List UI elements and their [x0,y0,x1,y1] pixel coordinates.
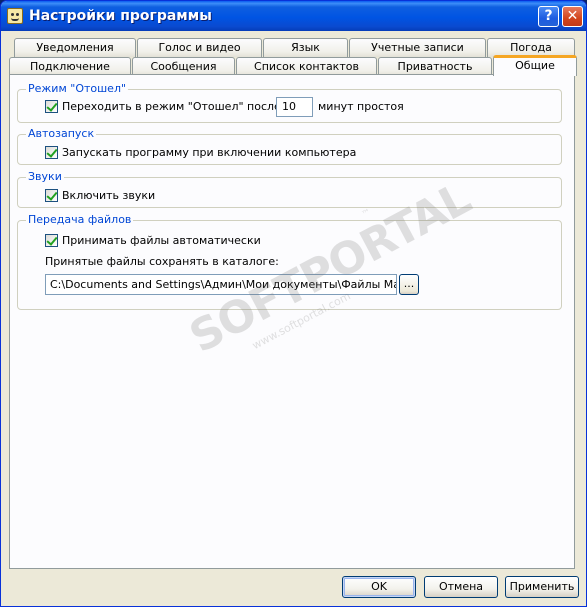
tab-accounts[interactable]: Учетные записи [349,38,486,57]
apply-button[interactable]: Применить [505,576,579,598]
away-mode-label: Переходить в режим "Отошел" после [62,100,281,113]
autostart-group-title: Автозапуск [26,127,97,141]
tab-voice-video[interactable]: Голос и видео [137,38,262,57]
away-minutes-input[interactable]: 10 [276,97,313,117]
away-mode-checkbox-row[interactable]: Переходить в режим "Отошел" после [45,100,281,114]
window-title: Настройки программы [29,8,212,24]
tab-notifications[interactable]: Уведомления [14,38,136,57]
away-mode-checkbox[interactable] [45,100,58,113]
settings-window: Настройки программы ? ✕ Уведомления Голо… [0,0,587,607]
autostart-label: Запускать программу при включении компью… [62,146,357,159]
sounds-checkbox-row[interactable]: Включить звуки [45,189,155,203]
autostart-checkbox[interactable] [45,146,58,159]
save-folder-input[interactable]: C:\Documents and Settings\Админ\Мои доку… [45,274,397,295]
away-minutes-suffix: минут простоя [318,100,404,113]
help-button[interactable]: ? [538,6,559,27]
title-bar[interactable]: Настройки программы ? ✕ [1,1,586,31]
sounds-group-title: Звуки [26,170,64,184]
sounds-checkbox[interactable] [45,189,58,202]
away-mode-group-title: Режим "Отошел" [26,82,129,96]
tab-general[interactable]: Общие [493,55,577,76]
app-icon [7,8,23,24]
auto-accept-label: Принимать файлы автоматически [62,234,261,247]
cancel-button[interactable]: Отмена [424,576,498,598]
auto-accept-checkbox[interactable] [45,234,58,247]
save-folder-label: Принятые файлы сохранять в каталоге: [45,255,279,268]
sounds-label: Включить звуки [62,189,156,202]
ok-button[interactable]: OK [342,576,416,598]
auto-accept-checkbox-row[interactable]: Принимать файлы автоматически [45,234,261,248]
autostart-checkbox-row[interactable]: Запускать программу при включении компью… [45,146,356,160]
tab-language[interactable]: Язык [263,38,348,57]
browse-folder-button[interactable]: ... [399,274,419,295]
close-button[interactable]: ✕ [562,6,583,27]
file-transfer-group-title: Передача файлов [26,213,134,227]
